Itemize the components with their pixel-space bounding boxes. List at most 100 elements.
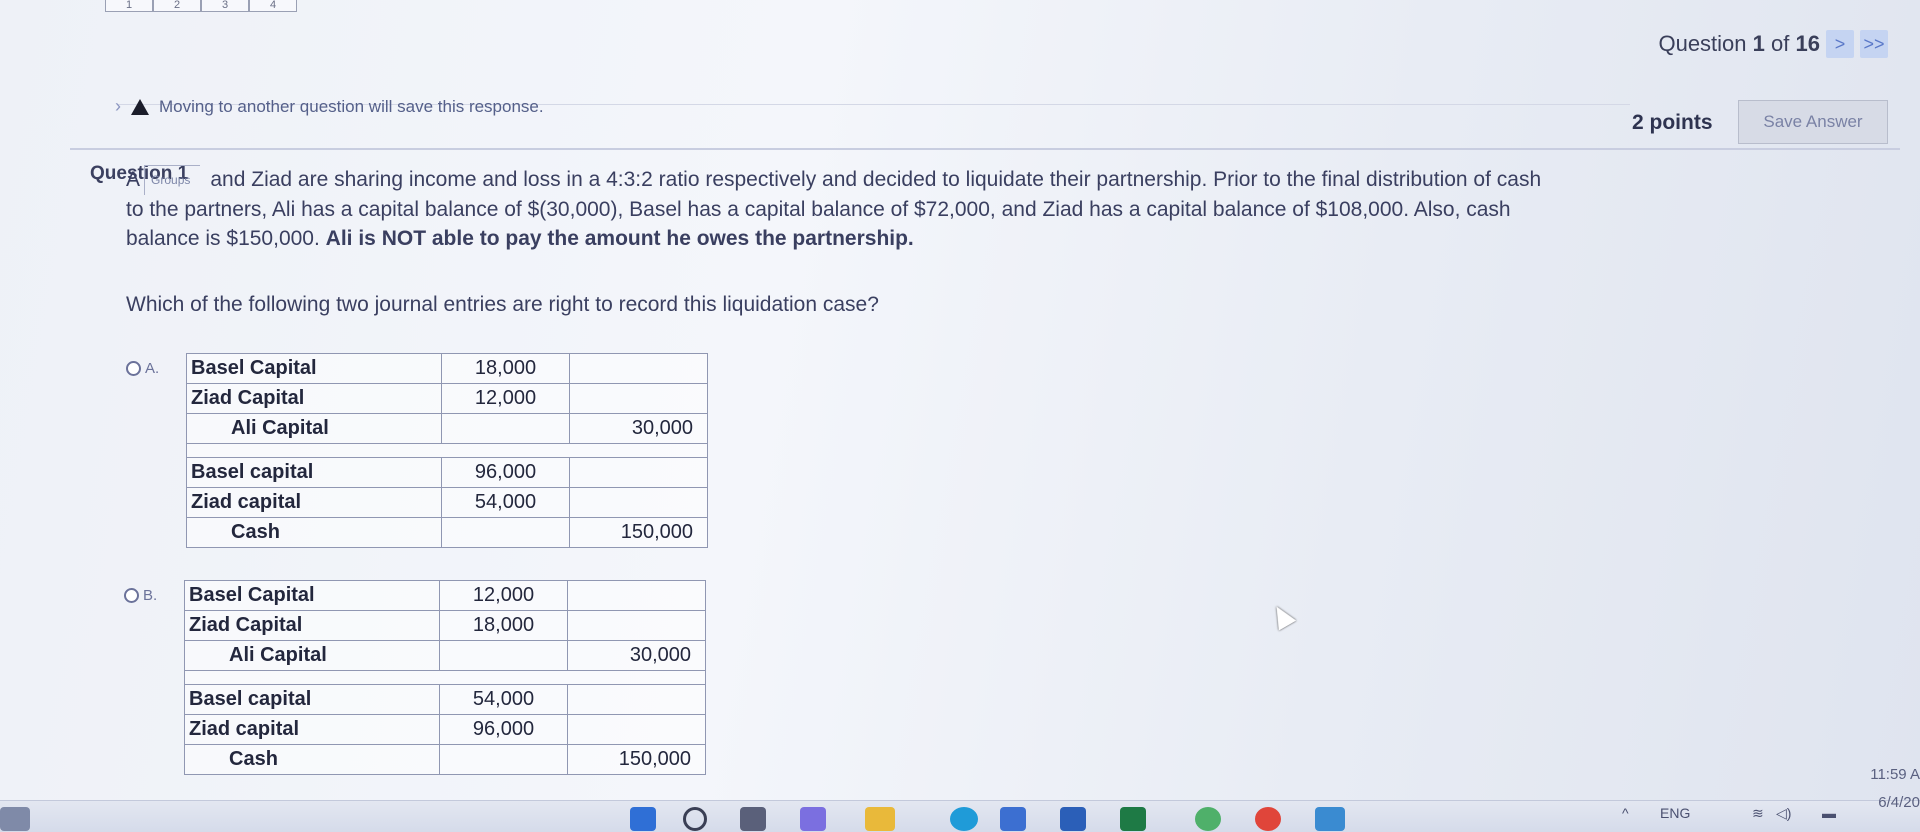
task-view-icon[interactable] [740,807,766,831]
page-tabs: 1 2 3 4 [105,0,297,12]
points-value: 2 points [1632,111,1713,134]
debit-amount [441,517,570,548]
journal-row: Basel Capital 12,000 [184,580,706,611]
store-icon[interactable] [1000,807,1026,831]
credit-amount [567,714,706,745]
question-navigation: Question 1 of 16 > >> [1658,30,1888,58]
next-question-button[interactable]: > [1826,30,1854,58]
start-icon[interactable] [630,807,656,831]
option-a-letter: A. [145,360,160,377]
question-line-1-text: and Ziad are sharing income and loss in … [210,168,1542,191]
debit-amount: 12,000 [439,580,568,611]
question-line-3-bold: Ali is NOT able to pay the amount he owe… [325,227,914,251]
journal-row: Cash 150,000 [186,517,708,548]
groups-tag[interactable]: Groups [144,165,201,196]
journal-spacer [184,670,706,685]
answer-option-a[interactable]: A. Basel Capital 18,000 Ziad Capital 12,… [126,353,708,548]
question-line-1-prefix: A [126,168,141,191]
question-line-2: to the partners, Ali has a capital balan… [126,198,1511,222]
tray-chevron-icon[interactable]: ^ [1622,805,1629,821]
total-questions: 16 [1795,31,1820,56]
credit-amount [569,487,708,518]
option-b-radio[interactable] [124,588,139,603]
edge-icon[interactable] [950,807,978,831]
credit-amount [569,353,708,384]
of-label: of [1771,31,1790,56]
journal-row: Ali Capital 30,000 [184,640,706,671]
journal-row: Basel capital 54,000 [184,684,706,715]
journal-row: Basel Capital 18,000 [186,353,708,384]
account-name: Ziad capital [184,714,440,745]
clock-time: 11:59 A [1870,766,1920,783]
chat-icon[interactable] [800,807,826,831]
page-tab-1[interactable]: 1 [105,0,153,12]
account-name: Basel capital [184,684,440,715]
account-name: Basel Capital [184,580,440,611]
clock-date: 6/4/20 [1878,794,1920,811]
credit-amount: 30,000 [569,413,708,444]
volume-icon[interactable]: ◁) [1776,805,1791,822]
photos-icon[interactable] [1315,807,1345,831]
journal-row: Ziad capital 96,000 [184,714,706,745]
debit-amount [439,640,568,671]
arrow-right-icon: › [115,96,121,116]
option-b-journal: Basel Capital 12,000 Ziad Capital 18,000… [184,580,706,775]
last-question-button[interactable]: >> [1860,30,1888,58]
page-tab-4[interactable]: 4 [249,0,297,12]
journal-row: Cash 150,000 [184,744,706,775]
warning-icon [131,98,149,115]
page-tab-2[interactable]: 2 [153,0,201,12]
battery-icon[interactable]: ▬ [1822,805,1836,821]
option-a-radio[interactable] [126,361,141,376]
excel-icon[interactable] [1120,807,1146,831]
question-line-3-plain: balance is $150,000. [126,227,320,251]
wifi-icon[interactable]: ≋ [1752,805,1764,822]
option-a-selector[interactable]: A. [126,360,186,377]
file-explorer-icon[interactable] [865,807,895,831]
account-name: Ziad capital [186,487,442,518]
journal-row: Ali Capital 30,000 [186,413,708,444]
save-answer-button[interactable]: Save Answer [1738,100,1888,144]
question-counter: Question 1 of 16 [1658,31,1820,57]
chrome-icon[interactable] [1255,807,1281,831]
question-prompt: Which of the following two journal entri… [126,293,879,316]
journal-row: Ziad Capital 12,000 [186,383,708,414]
debit-amount [439,744,568,775]
taskbar-widget-icon[interactable] [0,807,30,831]
account-name: Basel Capital [186,353,442,384]
credit-amount [567,580,706,611]
credit-amount [569,383,708,414]
question-divider [70,148,1900,150]
credit-amount [567,610,706,641]
credit-amount [567,684,706,715]
option-a-journal: Basel Capital 18,000 Ziad Capital 12,000… [186,353,708,548]
account-name: Ziad Capital [184,610,440,641]
current-question-number: 1 [1752,31,1765,56]
word-icon[interactable] [1060,807,1086,831]
save-notice-text: Moving to another question will save thi… [159,96,544,116]
debit-amount: 18,000 [439,610,568,641]
journal-spacer [186,443,708,458]
search-icon[interactable] [683,807,707,831]
credit-amount: 150,000 [569,517,708,548]
account-name: Ali Capital [184,640,440,671]
language-indicator[interactable]: ENG [1660,805,1690,821]
account-name: Cash [184,744,440,775]
journal-row: Ziad capital 54,000 [186,487,708,518]
page-tab-3[interactable]: 3 [201,0,249,12]
debit-amount: 96,000 [441,457,570,488]
mouse-cursor-icon [1267,601,1297,631]
answer-option-b[interactable]: B. Basel Capital 12,000 Ziad Capital 18,… [124,580,706,775]
option-b-selector[interactable]: B. [124,587,184,604]
question-line-3: balance is $150,000. Ali is NOT able to … [126,224,1826,253]
option-b-letter: B. [143,587,158,604]
clock[interactable]: 11:59 A 6/4/20 [1870,761,1920,817]
debit-amount [441,413,570,444]
app-green-icon[interactable] [1195,807,1221,831]
credit-amount: 150,000 [567,744,706,775]
account-name: Ziad Capital [186,383,442,414]
debit-amount: 12,000 [441,383,570,414]
debit-amount: 54,000 [439,684,568,715]
account-name: Basel capital [186,457,442,488]
debit-amount: 54,000 [441,487,570,518]
